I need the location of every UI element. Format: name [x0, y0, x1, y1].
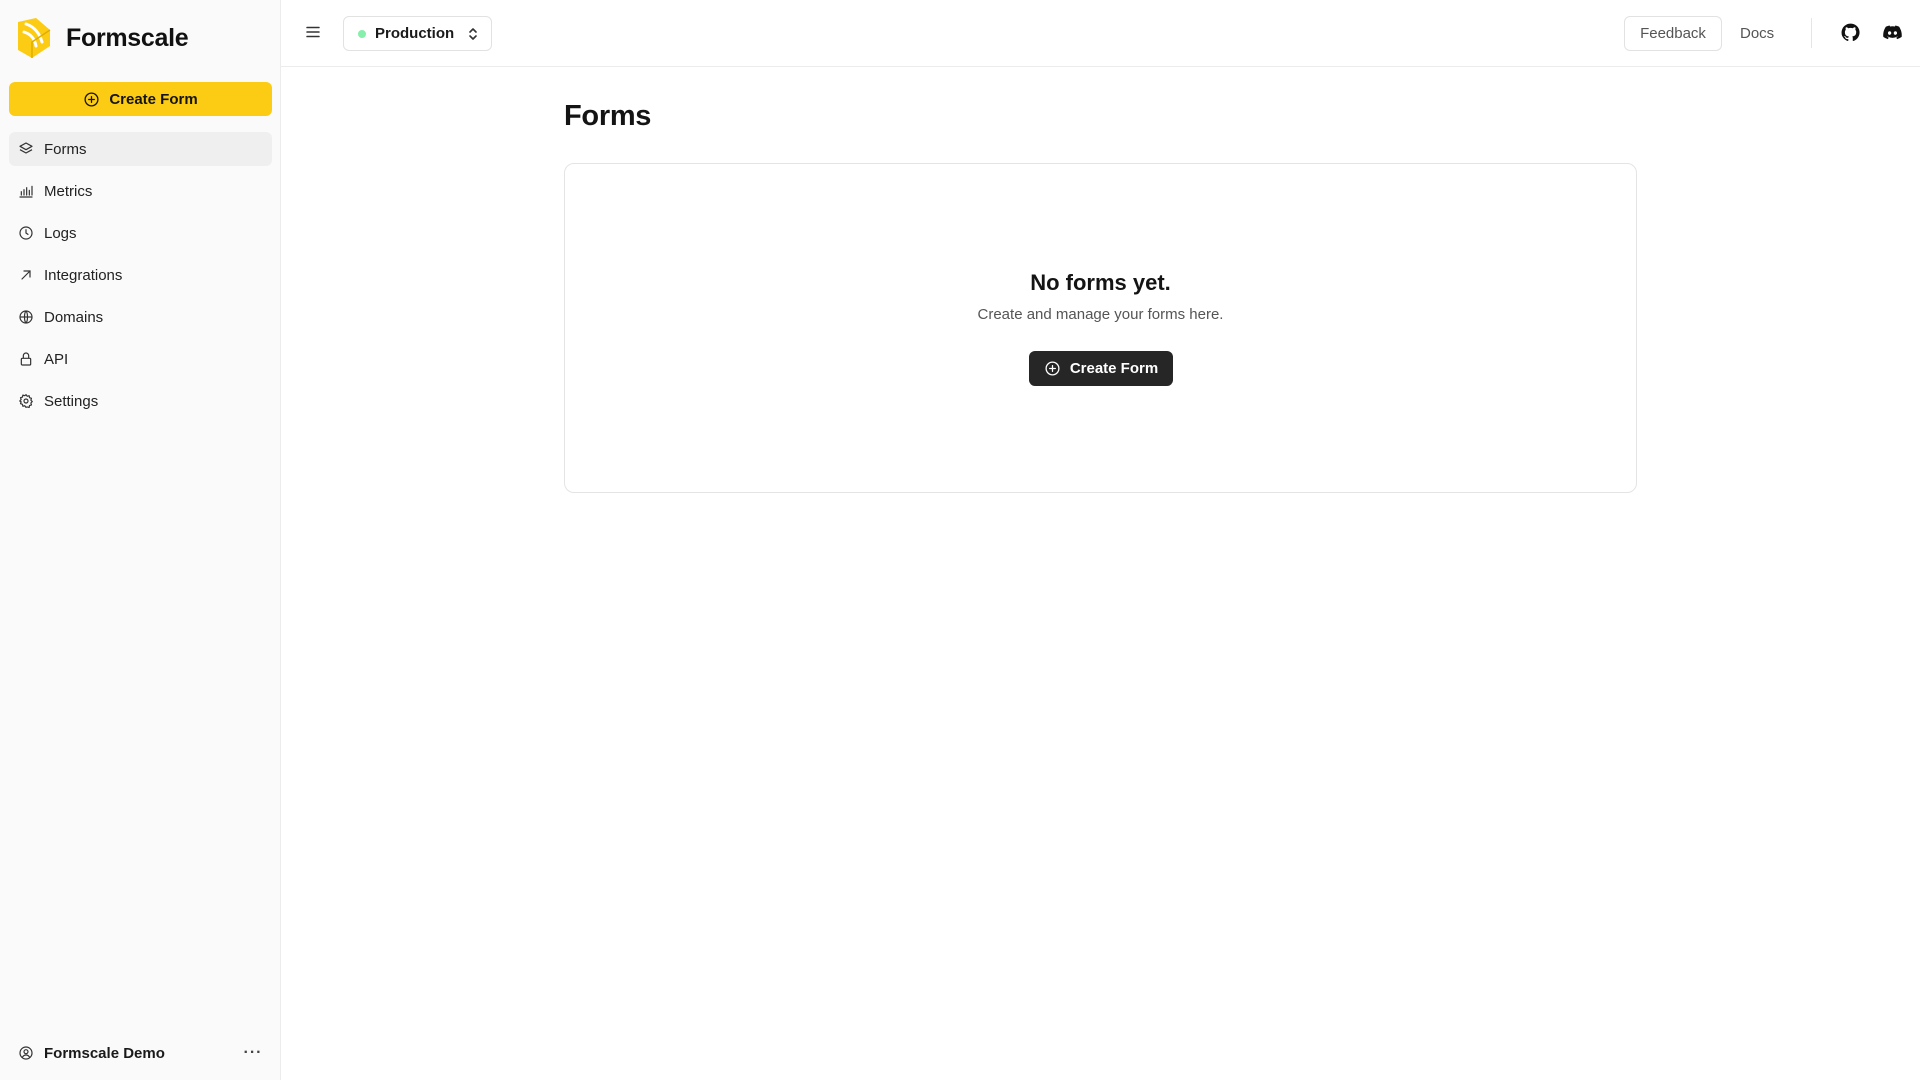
clock-icon [18, 225, 34, 241]
create-form-label: Create Form [109, 90, 198, 108]
docs-link[interactable]: Docs [1740, 16, 1774, 51]
sidebar-item-label: Integrations [44, 266, 123, 284]
sidebar-item-forms[interactable]: Forms [9, 132, 272, 166]
create-form-button[interactable]: Create Form [9, 82, 272, 116]
chevron-up-down-icon [467, 27, 479, 41]
user-account[interactable]: Formscale Demo ··· [9, 1036, 272, 1070]
sidebar-item-label: Forms [44, 140, 87, 158]
globe-icon [18, 309, 34, 325]
menu-icon[interactable] [302, 21, 324, 43]
empty-state-card: No forms yet. Create and manage your for… [564, 163, 1637, 493]
environment-selector[interactable]: Production [343, 16, 493, 51]
sidebar-item-domains[interactable]: Domains [9, 300, 272, 334]
divider [1811, 18, 1812, 48]
sidebar-item-api[interactable]: API [9, 342, 272, 376]
plus-circle-icon [83, 91, 100, 108]
sidebar-item-integrations[interactable]: Integrations [9, 258, 272, 292]
environment-label: Production [375, 25, 455, 42]
lock-icon [18, 351, 34, 367]
sidebar-item-label: API [44, 350, 69, 368]
formscale-logo-icon [14, 16, 54, 60]
brand-name: Formscale [66, 23, 189, 52]
empty-create-form-label: Create Form [1069, 360, 1159, 377]
empty-create-form-button[interactable]: Create Form [1029, 351, 1173, 386]
top-bar: Production Feedback Docs [281, 0, 1920, 67]
sidebar-item-label: Domains [44, 308, 104, 326]
empty-state-title: No forms yet. [1030, 270, 1171, 295]
sidebar-item-logs[interactable]: Logs [9, 216, 272, 250]
sidebar-item-label: Settings [44, 392, 99, 410]
feedback-button[interactable]: Feedback [1624, 16, 1722, 51]
user-circle-icon [18, 1045, 34, 1061]
sidebar-item-metrics[interactable]: Metrics [9, 174, 272, 208]
brand[interactable]: Formscale [14, 16, 189, 60]
sidebar-item-label: Metrics [44, 182, 93, 200]
user-name: Formscale Demo [44, 1044, 165, 1062]
layers-icon [18, 141, 34, 157]
discord-icon[interactable] [1882, 22, 1903, 43]
gear-icon [18, 393, 34, 409]
arrow-up-right-icon [18, 267, 34, 283]
sidebar-nav: Forms Metrics Logs Integrations Domains … [9, 132, 272, 426]
plus-circle-icon [1044, 360, 1061, 377]
empty-state-subtitle: Create and manage your forms here. [977, 306, 1224, 323]
sidebar-item-settings[interactable]: Settings [9, 384, 272, 418]
more-options-icon[interactable]: ··· [242, 1042, 264, 1064]
sidebar: Formscale Create Form Forms Metrics Logs… [0, 0, 281, 1080]
page-title: Forms [564, 100, 652, 132]
bar-chart-icon [18, 183, 34, 199]
sidebar-item-label: Logs [44, 224, 77, 242]
github-icon[interactable] [1840, 22, 1861, 43]
environment-status-dot [358, 29, 366, 38]
